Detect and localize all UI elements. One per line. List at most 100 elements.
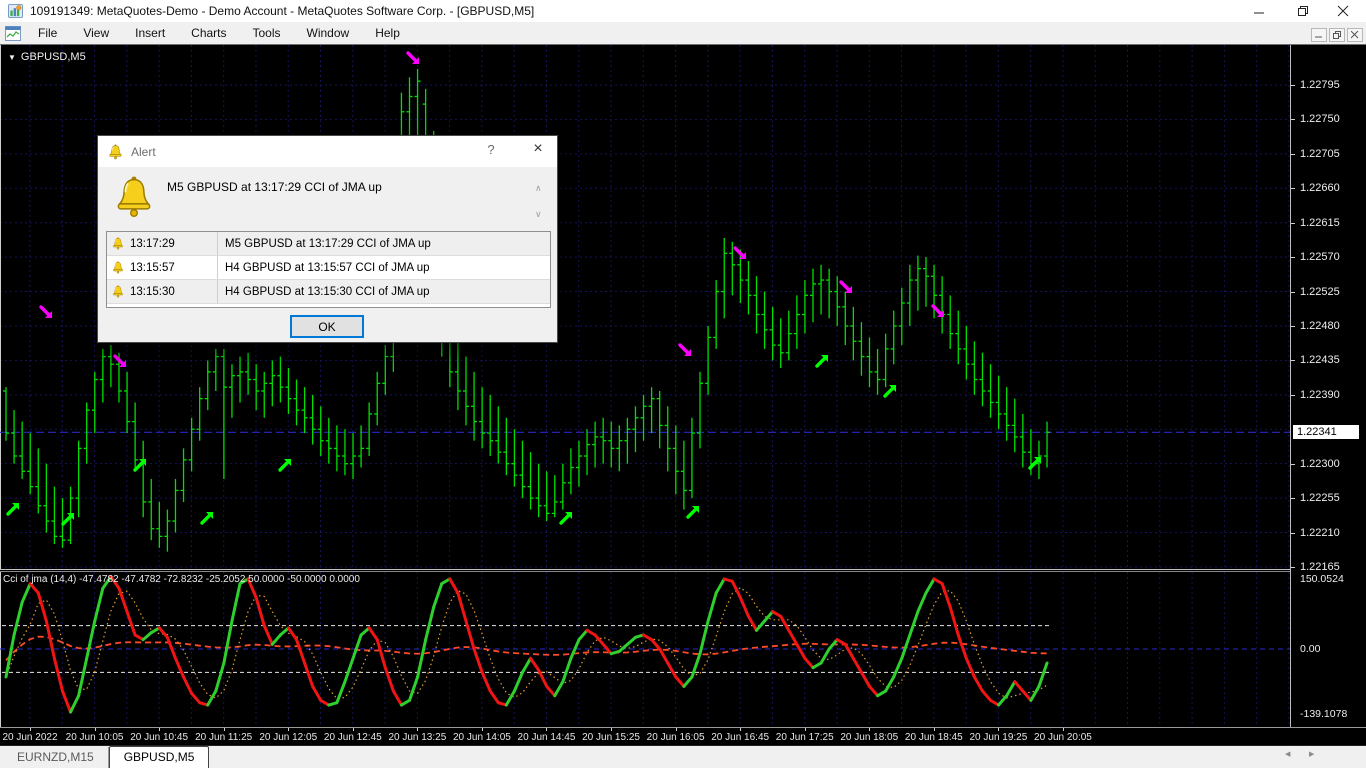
price-axis-label: 1.22570 <box>1300 251 1340 264</box>
price-axis-tick <box>1291 360 1295 362</box>
alert-dialog-title: Alert <box>131 144 156 159</box>
menu-bar: File View Insert Charts Tools Window Help <box>0 22 1366 44</box>
time-axis-tick <box>417 728 419 731</box>
chart-minimize-button[interactable] <box>1311 28 1327 42</box>
alert-row-text: H4 GBPUSD at 13:15:30 CCI of JMA up <box>217 280 550 303</box>
alert-row-text: H4 GBPUSD at 13:15:57 CCI of JMA up <box>217 256 550 279</box>
alert-bell-icon <box>114 172 154 222</box>
menu-item-view[interactable]: View <box>70 23 122 43</box>
dialog-close-button[interactable]: × <box>526 140 550 158</box>
chart-window-icon <box>5 25 21 41</box>
price-axis-label: 1.22300 <box>1300 457 1340 470</box>
indicator-axis-label: 0.00 <box>1300 643 1321 655</box>
menu-item-charts[interactable]: Charts <box>178 23 239 43</box>
price-axis-label: 1.22480 <box>1300 319 1340 332</box>
price-axis-label: 1.22210 <box>1300 526 1340 539</box>
time-axis-tick <box>998 728 1000 731</box>
alert-row-time: 13:17:29 <box>130 237 175 250</box>
close-icon <box>1337 5 1349 17</box>
tabs-scroll-right-button[interactable]: ▶ <box>1309 750 1314 758</box>
time-axis-tick <box>481 728 483 731</box>
chart-close-button[interactable] <box>1347 28 1363 42</box>
symbol-dropdown-icon: ▼ <box>8 53 16 62</box>
time-axis-label: 20 Jun 18:05 <box>840 732 899 743</box>
time-axis-tick <box>288 728 290 731</box>
time-axis-label: 20 Jun 10:05 <box>65 732 124 743</box>
price-axis-label: 1.22255 <box>1300 492 1340 505</box>
price-axis-label: 1.22750 <box>1300 113 1340 126</box>
price-axis-tick <box>1291 222 1295 224</box>
time-axis-label: 20 Jun 11:25 <box>195 732 253 743</box>
window-title: 109191349: MetaQuotes-Demo - Demo Accoun… <box>30 4 535 18</box>
tab-eurnzd-m15[interactable]: EURNZD,M15 <box>3 747 109 768</box>
bell-icon <box>108 143 123 160</box>
time-axis-label: 20 Jun 16:05 <box>646 732 705 743</box>
price-axis-label: 1.22435 <box>1300 354 1340 367</box>
symbol-label: ▼ GBPUSD,M5 <box>8 51 86 63</box>
dialog-help-button[interactable]: ? <box>480 142 502 157</box>
alert-row[interactable]: 13:15:30 H4 GBPUSD at 13:15:30 CCI of JMA… <box>107 280 550 304</box>
minimize-button[interactable] <box>1244 2 1274 20</box>
menu-item-file[interactable]: File <box>25 23 70 43</box>
time-axis-tick <box>611 728 613 731</box>
price-axis-tick <box>1291 119 1295 121</box>
menu-item-tools[interactable]: Tools <box>240 23 294 43</box>
price-scale[interactable]: 1.22795 1.22750 1.22705 1.22660 1.22615 1.225… <box>1290 45 1366 727</box>
time-axis-label: 20 Jun 19:25 <box>969 732 1028 743</box>
price-axis-label: 1.22705 <box>1300 147 1340 160</box>
price-axis-tick <box>1291 463 1295 465</box>
restore-button[interactable] <box>1288 2 1318 20</box>
price-axis-tick <box>1291 325 1295 327</box>
menu-item-window[interactable]: Window <box>294 23 363 43</box>
price-axis-label: 1.22390 <box>1300 388 1340 401</box>
alert-row[interactable]: 13:17:29 M5 GBPUSD at 13:17:29 CCI of JMA… <box>107 232 550 256</box>
chart-minimize-icon <box>1315 36 1322 38</box>
message-scroll-up-button[interactable]: ∧ <box>535 183 542 194</box>
alert-message: M5 GBPUSD at 13:17:29 CCI of JMA up <box>167 180 382 194</box>
cci-indicator-canvas[interactable] <box>0 572 1290 727</box>
menu-item-help[interactable]: Help <box>362 23 413 43</box>
time-axis-label: 20 Jun 20:05 <box>1034 732 1092 743</box>
price-axis-tick <box>1291 257 1295 259</box>
time-axis-tick <box>804 728 806 731</box>
price-axis-tick <box>1291 532 1295 534</box>
time-axis-tick <box>1062 728 1064 731</box>
price-axis-tick <box>1291 188 1295 190</box>
time-axis-label: 20 Jun 14:05 <box>452 732 511 743</box>
price-axis-label: 1.22795 <box>1300 79 1340 91</box>
bell-icon <box>112 261 124 274</box>
price-axis-tick <box>1291 394 1295 396</box>
menu-item-insert[interactable]: Insert <box>122 23 178 43</box>
time-axis-tick <box>30 728 31 731</box>
current-price-tag: 1.22341 <box>1293 425 1359 440</box>
time-axis-label: 20 Jun 16:45 <box>711 732 770 743</box>
time-axis-tick <box>869 728 871 731</box>
price-axis-label: 1.22660 <box>1300 182 1340 195</box>
tab-gbpusd-m5[interactable]: GBPUSD,M5 <box>108 746 210 768</box>
price-axis-tick <box>1291 566 1295 568</box>
ok-button[interactable]: OK <box>290 315 364 338</box>
alert-row[interactable]: 13:15:57 H4 GBPUSD at 13:15:57 CCI of JMA… <box>107 256 550 280</box>
time-axis-tick <box>159 728 161 731</box>
alert-row-time: 13:15:30 <box>130 285 175 298</box>
tabs-scroll-left-button[interactable]: ◀ <box>1285 750 1290 758</box>
time-axis-label: 20 Jun 15:25 <box>582 732 640 743</box>
time-axis-label: 20 Jun 10:45 <box>130 732 189 743</box>
indicator-values-label: Cci of jma (14,4) -47.4782 -47.4782 -72.… <box>3 574 360 585</box>
time-axis[interactable]: 20 Jun 2022 20 Jun 10:05 20 Jun 10:45 20 Ju… <box>0 727 1366 746</box>
alert-dialog: Alert ? × M5 GBPUSD at 13:17:29 CCI of J… <box>97 135 558 343</box>
price-axis-tick <box>1291 85 1295 86</box>
alert-row-time: 13:15:57 <box>130 261 175 274</box>
time-axis-tick <box>933 728 935 731</box>
chart-restore-button[interactable] <box>1329 28 1345 42</box>
title-bar: 109191349: MetaQuotes-Demo - Demo Accoun… <box>0 0 1366 22</box>
alert-row-text: M5 GBPUSD at 13:17:29 CCI of JMA up <box>217 232 550 255</box>
time-axis-label: 20 Jun 12:05 <box>259 732 318 743</box>
close-button[interactable] <box>1328 2 1358 20</box>
time-axis-tick <box>675 728 677 731</box>
time-axis-label: 20 Jun 14:45 <box>517 732 576 743</box>
bell-icon <box>112 237 124 250</box>
alert-list[interactable]: 13:17:29 M5 GBPUSD at 13:17:29 CCI of JMA… <box>106 231 551 308</box>
message-scroll-down-button[interactable]: ∨ <box>535 209 542 220</box>
restore-icon <box>1297 6 1308 16</box>
